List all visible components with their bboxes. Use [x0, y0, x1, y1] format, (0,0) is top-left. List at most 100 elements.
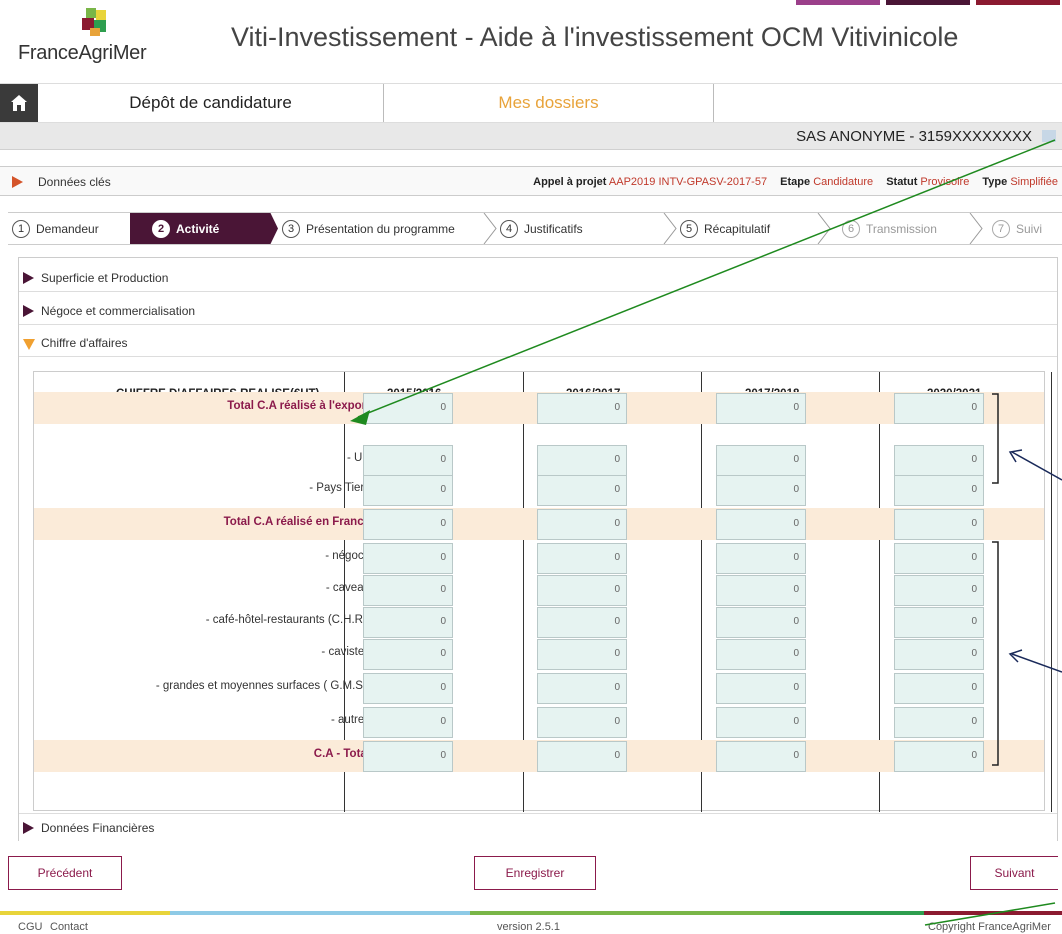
brand-name: FranceAgriMer	[18, 42, 147, 64]
footer-color-bar	[0, 911, 1062, 915]
row-label: Total C.A réalisé en France	[223, 516, 370, 528]
appel-value: AAP2019 INTV-GPASV-2017-57	[608, 176, 768, 188]
company-bar: SAS ANONYME - 3159XXXXXXXX	[0, 123, 1062, 150]
amount-input: 0	[894, 741, 984, 772]
amount-input[interactable]: 0	[716, 575, 806, 606]
amount-input: 0	[363, 741, 453, 772]
version-text: version 2.5.1	[497, 921, 560, 933]
amount-input[interactable]: 0	[894, 475, 984, 506]
accordion-chiffre-affaires[interactable]: Chiffre d'affaires	[19, 329, 1057, 357]
step-label: Récapitulatif	[704, 221, 771, 236]
amount-input[interactable]: 0	[537, 445, 627, 476]
table-row: - grandes et moyennes surfaces ( G.M.S.)…	[34, 672, 1044, 704]
main-navbar: Dépôt de candidature Mes dossiers	[0, 83, 1062, 123]
amount-input[interactable]: 0	[716, 707, 806, 738]
table-row: Total C.A réalisé à l'export 0 0 0 0	[34, 392, 1044, 424]
amount-input[interactable]: 0	[537, 673, 627, 704]
nav-mes-dossiers[interactable]: Mes dossiers	[384, 84, 714, 122]
amount-input: 0	[537, 741, 627, 772]
table-row: - négoce 0 0 0 0	[34, 542, 1044, 574]
amount-input[interactable]: 0	[537, 639, 627, 670]
type-value: Simplifiée	[1010, 176, 1058, 188]
logo-mark-icon	[80, 8, 110, 36]
step-number: 6	[842, 219, 860, 238]
amount-input: 0	[716, 509, 806, 540]
home-button[interactable]	[0, 84, 38, 122]
amount-input[interactable]: 0	[363, 639, 453, 670]
amount-input[interactable]: 0	[894, 607, 984, 638]
amount-input[interactable]: 0	[363, 707, 453, 738]
amount-input: 0	[716, 393, 806, 424]
step-label: Suivi	[1016, 221, 1043, 236]
row-label: - grandes et moyennes surfaces ( G.M.S.)	[155, 680, 370, 692]
amount-input[interactable]: 0	[537, 607, 627, 638]
table-row: - caveau 0 0 0 0	[34, 574, 1044, 606]
amount-input[interactable]: 0	[363, 543, 453, 574]
step-number: 5	[680, 219, 698, 238]
key-data-bar[interactable]: Données clés Appel à projet AAP2019 INTV…	[0, 166, 1062, 196]
amount-input[interactable]: 0	[363, 673, 453, 704]
table-row: - UE 0 0 0 0	[34, 444, 1044, 476]
step-number: 2	[152, 219, 170, 238]
accordion-label: Superficie et Production	[41, 271, 169, 285]
amount-input[interactable]: 0	[363, 575, 453, 606]
key-data-meta: Appel à projet AAP2019 INTV-GPASV-2017-5…	[523, 176, 1058, 188]
step-justificatifs[interactable]: 4 Justificatifs	[496, 212, 666, 245]
step-transmission: 6 Transmission	[838, 212, 958, 245]
previous-button[interactable]: Précédent	[8, 856, 122, 890]
etape-label: Etape	[780, 176, 811, 188]
step-label: Transmission	[866, 221, 937, 236]
row-label: C.A - Total	[313, 748, 370, 760]
accordion-superficie[interactable]: Superficie et Production	[19, 264, 1057, 292]
amount-input[interactable]: 0	[363, 475, 453, 506]
amount-input[interactable]: 0	[716, 607, 806, 638]
step-number: 4	[500, 219, 518, 238]
copyright-text: Copyright FranceAgriMer	[928, 921, 1051, 933]
top-tab-1[interactable]	[796, 0, 880, 5]
type-label: Type	[982, 176, 1008, 188]
top-color-tabs	[796, 0, 1060, 5]
top-tab-3[interactable]	[976, 0, 1060, 5]
save-button[interactable]: Enregistrer	[474, 856, 596, 890]
key-data-label: Données clés	[38, 175, 111, 189]
cgu-link[interactable]: CGU	[18, 921, 42, 933]
appel-label: Appel à projet	[533, 176, 607, 188]
amount-input[interactable]: 0	[894, 639, 984, 670]
amount-input[interactable]: 0	[894, 543, 984, 574]
accordion-donnees-financieres[interactable]: Données Financières	[19, 813, 1057, 841]
expand-triangle-icon	[12, 176, 23, 188]
page-title: Viti-Investissement - Aide à l'investiss…	[231, 22, 959, 52]
amount-input[interactable]: 0	[537, 707, 627, 738]
amount-input[interactable]: 0	[716, 475, 806, 506]
franceagrimer-logo[interactable]: FranceAgriMer	[18, 8, 158, 68]
amount-input[interactable]: 0	[894, 673, 984, 704]
amount-input[interactable]: 0	[716, 543, 806, 574]
amount-input[interactable]: 0	[537, 543, 627, 574]
step-activite[interactable]: 2 Activité	[136, 212, 270, 245]
company-menu-icon[interactable]	[1042, 130, 1056, 142]
amount-input[interactable]: 0	[894, 445, 984, 476]
amount-input[interactable]: 0	[537, 575, 627, 606]
wizard-steps: 1 Demandeur 2 Activité 3 Présentation du…	[8, 212, 1062, 245]
amount-input[interactable]: 0	[363, 607, 453, 638]
amount-input[interactable]: 0	[894, 575, 984, 606]
next-button[interactable]: Suivant	[970, 856, 1058, 890]
step-number: 1	[12, 219, 30, 238]
step-presentation[interactable]: 3 Présentation du programme	[278, 212, 484, 245]
statut-value: Provisoire	[920, 176, 970, 188]
amount-input[interactable]: 0	[894, 707, 984, 738]
amount-input[interactable]: 0	[716, 673, 806, 704]
amount-input: 0	[894, 393, 984, 424]
amount-input: 0	[363, 509, 453, 540]
amount-input[interactable]: 0	[716, 445, 806, 476]
nav-depot-candidature[interactable]: Dépôt de candidature	[38, 84, 384, 122]
amount-input[interactable]: 0	[537, 475, 627, 506]
accordion-negoce[interactable]: Négoce et commercialisation	[19, 297, 1057, 325]
table-row: C.A - Total 0 0 0 0	[34, 740, 1044, 772]
amount-input[interactable]: 0	[716, 639, 806, 670]
amount-input[interactable]: 0	[363, 445, 453, 476]
contact-link[interactable]: Contact	[50, 921, 88, 933]
step-recapitulatif[interactable]: 5 Récapitulatif	[676, 212, 806, 245]
step-demandeur[interactable]: 1 Demandeur	[8, 212, 130, 245]
top-tab-2[interactable]	[886, 0, 970, 5]
